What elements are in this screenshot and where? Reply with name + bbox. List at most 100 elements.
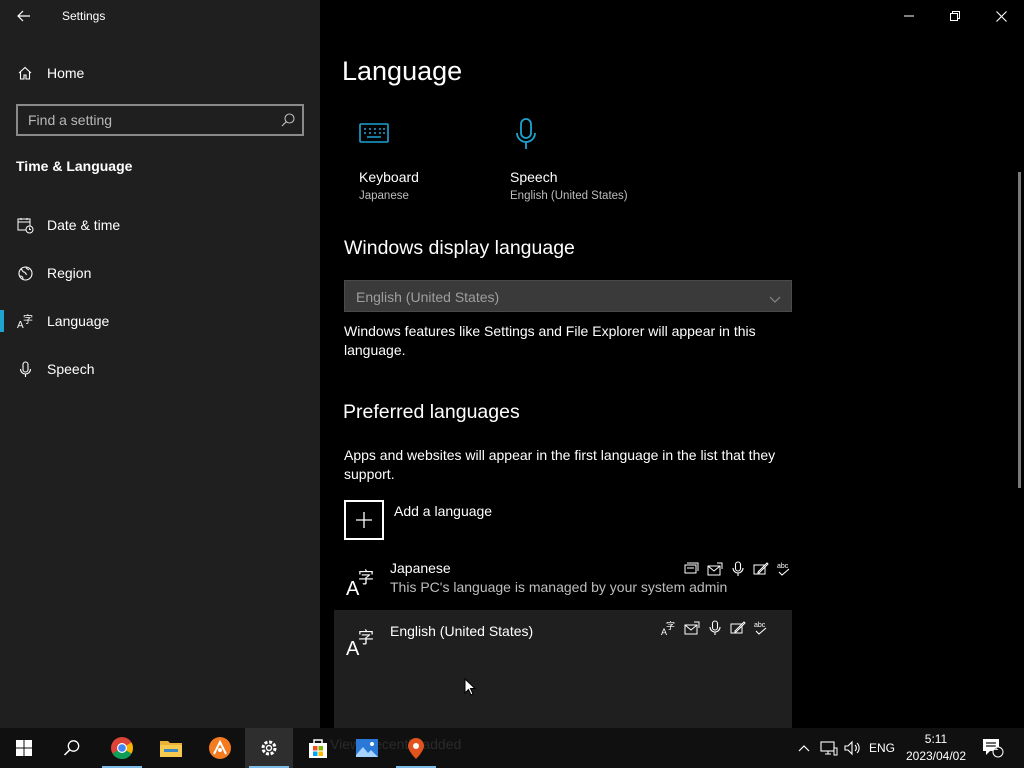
back-arrow-icon — [17, 10, 30, 22]
feature-icons: abc — [682, 559, 793, 578]
taskbar-settings[interactable] — [245, 728, 293, 768]
speech-tile-sub: English (United States) — [510, 190, 628, 202]
page-title: Language — [342, 56, 463, 86]
scrollbar[interactable] — [1018, 172, 1021, 488]
volume-button[interactable] — [842, 728, 864, 768]
keyboard-icon — [359, 123, 389, 148]
app-icon — [209, 737, 231, 759]
language-row-japanese[interactable]: A字 Japanese This PC's language is manage… — [334, 553, 792, 611]
nav-language[interactable]: A字 Language — [0, 301, 320, 341]
start-button[interactable] — [0, 728, 48, 768]
add-language-button[interactable]: Add a language — [344, 500, 644, 540]
restore-button[interactable] — [932, 0, 978, 32]
nav-region[interactable]: Region — [0, 253, 320, 293]
spell-check-icon: abc — [774, 559, 793, 578]
main-content: Language Keyboard Japanese Speech Englis… — [320, 0, 1024, 728]
display-language-heading: Windows display language — [344, 237, 575, 259]
search-box[interactable] — [16, 104, 304, 136]
notification-count: 1 — [993, 742, 999, 752]
preferred-languages-description: Apps and websites will appear in the fir… — [344, 447, 776, 482]
keyboard-tile-name: Keyboard — [359, 169, 419, 185]
speech-tile-name: Speech — [510, 169, 558, 185]
nav-date-time-label: Date & time — [47, 217, 121, 233]
search-input[interactable] — [18, 106, 268, 134]
language-note: This PC's language is managed by your sy… — [390, 579, 728, 595]
speech-recognition-icon — [728, 559, 747, 578]
keyboard-tile-sub: Japanese — [359, 190, 409, 202]
svg-text:abc: abc — [754, 622, 766, 629]
nav-speech[interactable]: Speech — [0, 349, 320, 389]
store-icon — [309, 739, 327, 758]
photos-icon — [356, 739, 378, 757]
svg-text:abc: abc — [777, 563, 789, 570]
close-button[interactable] — [978, 0, 1024, 32]
taskbar-chrome[interactable] — [98, 728, 146, 768]
taskbar-store[interactable] — [294, 728, 342, 768]
chrome-icon — [111, 737, 133, 759]
handwriting-icon — [751, 559, 770, 578]
speech-recognition-icon — [705, 618, 724, 637]
clock-time: 5:11 — [924, 732, 948, 746]
input-language-indicator[interactable]: ENG — [866, 728, 898, 768]
language-pack-icon: A字 — [659, 618, 678, 637]
display-language-value: English (United States) — [356, 289, 500, 305]
svg-text:字: 字 — [666, 620, 675, 632]
search-icon[interactable] — [280, 112, 296, 128]
speech-tile[interactable]: Speech English (United States) — [510, 115, 650, 205]
nav-language-label: Language — [47, 313, 110, 329]
globe-icon — [16, 264, 34, 282]
svg-text:字: 字 — [23, 313, 33, 326]
language-name: English (United States) — [390, 623, 534, 639]
text-to-speech-icon — [705, 559, 724, 578]
add-language-label: Add a language — [394, 503, 493, 519]
taskbar: View Recently added ENG 5:11 2023/04/02 … — [0, 728, 1024, 768]
back-button[interactable] — [8, 2, 40, 30]
svg-text:字: 字 — [358, 568, 374, 587]
action-center-button[interactable]: 1 — [978, 728, 1008, 768]
taskbar-photos[interactable] — [343, 728, 391, 768]
clock[interactable]: 5:11 2023/04/02 — [902, 728, 970, 768]
taskbar-maps[interactable] — [392, 728, 440, 768]
network-button[interactable] — [818, 728, 840, 768]
close-icon — [995, 10, 1007, 22]
nav-home[interactable]: Home — [0, 53, 320, 93]
display-language-icon — [682, 559, 701, 578]
minimize-button[interactable] — [886, 0, 932, 32]
network-icon — [820, 741, 838, 756]
maps-icon — [408, 738, 424, 759]
start-icon — [16, 740, 32, 756]
nav-home-label: Home — [47, 65, 85, 81]
minimize-icon — [904, 15, 914, 17]
search-icon — [63, 740, 80, 756]
taskbar-app[interactable] — [196, 728, 244, 768]
svg-text:字: 字 — [358, 628, 374, 647]
display-language-select[interactable]: English (United States) — [344, 280, 792, 312]
language-icon: A字 — [16, 312, 34, 330]
restore-icon — [950, 11, 960, 21]
handwriting-icon — [728, 618, 747, 637]
spell-check-icon: abc — [751, 618, 770, 637]
file-explorer-icon — [160, 741, 182, 757]
taskbar-file-explorer[interactable] — [147, 728, 195, 768]
section-heading: Time & Language — [16, 158, 133, 174]
speaker-icon — [844, 740, 860, 756]
nav-region-label: Region — [47, 265, 92, 281]
language-row-english-us[interactable]: A字 English (United States) A字 abc — [334, 610, 792, 728]
display-language-icon — [682, 618, 701, 637]
nav-speech-label: Speech — [47, 361, 95, 377]
sidebar: Settings Home Time & Language Date & tim… — [0, 0, 320, 728]
calendar-clock-icon — [16, 216, 34, 234]
taskbar-search-button[interactable] — [48, 728, 96, 768]
language-name: Japanese — [390, 560, 451, 576]
nav-date-time[interactable]: Date & time — [0, 205, 320, 245]
show-hidden-icons-button[interactable] — [794, 728, 814, 768]
chevron-up-icon — [798, 745, 810, 752]
language-icon: A字 — [346, 563, 380, 600]
settings-icon — [261, 740, 277, 756]
display-language-description: Windows features like Settings and File … — [344, 323, 756, 358]
microphone-icon — [16, 360, 34, 378]
mouse-cursor-icon — [464, 677, 477, 701]
language-icon: A字 — [346, 623, 380, 660]
microphone-icon — [514, 117, 538, 156]
keyboard-tile[interactable]: Keyboard Japanese — [359, 115, 479, 205]
